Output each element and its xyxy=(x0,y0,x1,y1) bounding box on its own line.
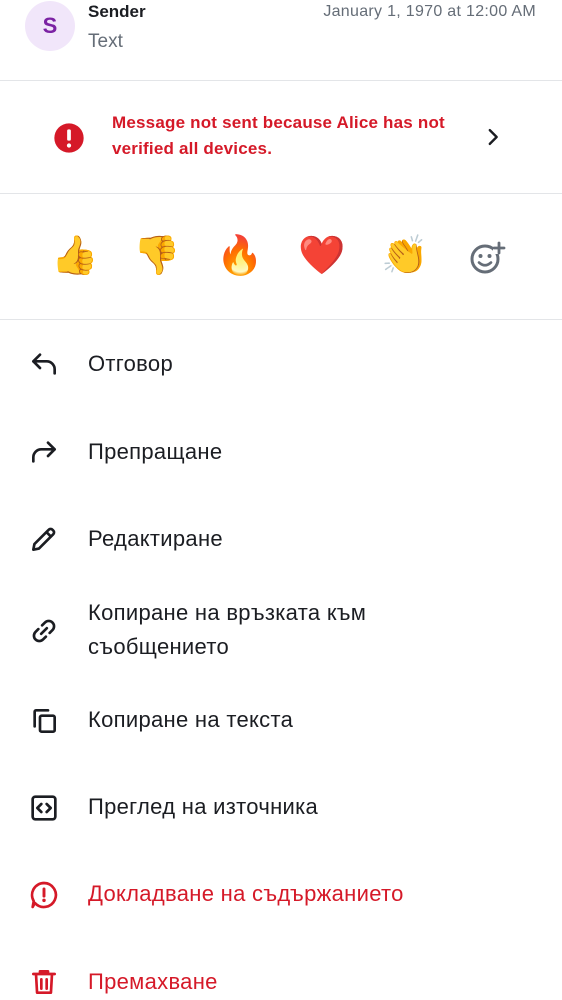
menu-item-reply[interactable]: Отговор xyxy=(0,330,562,400)
error-icon xyxy=(54,123,84,153)
timestamp: January 1, 1970 at 12:00 AM xyxy=(323,3,536,20)
report-icon xyxy=(30,881,58,909)
reply-icon xyxy=(32,353,56,375)
message-header: S Sender Text January 1, 1970 at 12:00 A… xyxy=(0,0,562,80)
menu-item-label: Премахване xyxy=(88,969,218,994)
menu-item-copy-text[interactable]: Копиране на текста xyxy=(0,687,562,757)
sender-name: Sender xyxy=(88,2,146,21)
menu-item-label: Копиране на връзката към съобщението xyxy=(88,600,367,659)
copy-icon xyxy=(33,709,56,733)
menu-item-edit[interactable]: Редактиране xyxy=(0,505,562,575)
menu-item-label: Отговор xyxy=(88,351,173,376)
menu-item-view-source[interactable]: Преглед на източника xyxy=(0,774,562,844)
forward-icon xyxy=(32,441,56,463)
menu-item-label: Копиране на текста xyxy=(88,707,294,732)
edit-icon xyxy=(32,527,56,551)
menu-item-label: Редактиране xyxy=(88,526,223,551)
menu-item-label: Препращане xyxy=(88,439,223,464)
avatar: S xyxy=(25,1,75,51)
view-source-icon xyxy=(31,795,57,821)
reaction-heart[interactable]: ❤️ xyxy=(298,232,346,280)
menu-item-label: Преглед на източника xyxy=(88,794,319,819)
message-preview: Text xyxy=(88,31,123,52)
reaction-fire[interactable]: 🔥 xyxy=(216,232,264,280)
menu-item-forward[interactable]: Препращане xyxy=(0,418,562,488)
reaction-clap[interactable]: 👏 xyxy=(381,232,429,280)
link-icon xyxy=(32,619,56,643)
menu-item-copy-link[interactable]: Копиране на връзката към съобщението xyxy=(0,592,562,672)
warning-message: Message not sent because Alice has not v… xyxy=(112,113,445,158)
menu-item-remove[interactable]: Премахване xyxy=(0,948,562,1000)
add-reaction-icon[interactable] xyxy=(463,232,511,280)
menu-item-report[interactable]: Докладване на съдържанието xyxy=(0,861,562,931)
menu-item-label: Докладване на съдържанието xyxy=(88,881,404,906)
delete-icon xyxy=(32,970,56,994)
divider xyxy=(0,319,562,320)
reaction-thumbs-up[interactable]: 👍 xyxy=(51,232,99,280)
reaction-thumbs-down[interactable]: 👎 xyxy=(133,232,181,280)
chevron-right-icon[interactable] xyxy=(482,126,504,148)
